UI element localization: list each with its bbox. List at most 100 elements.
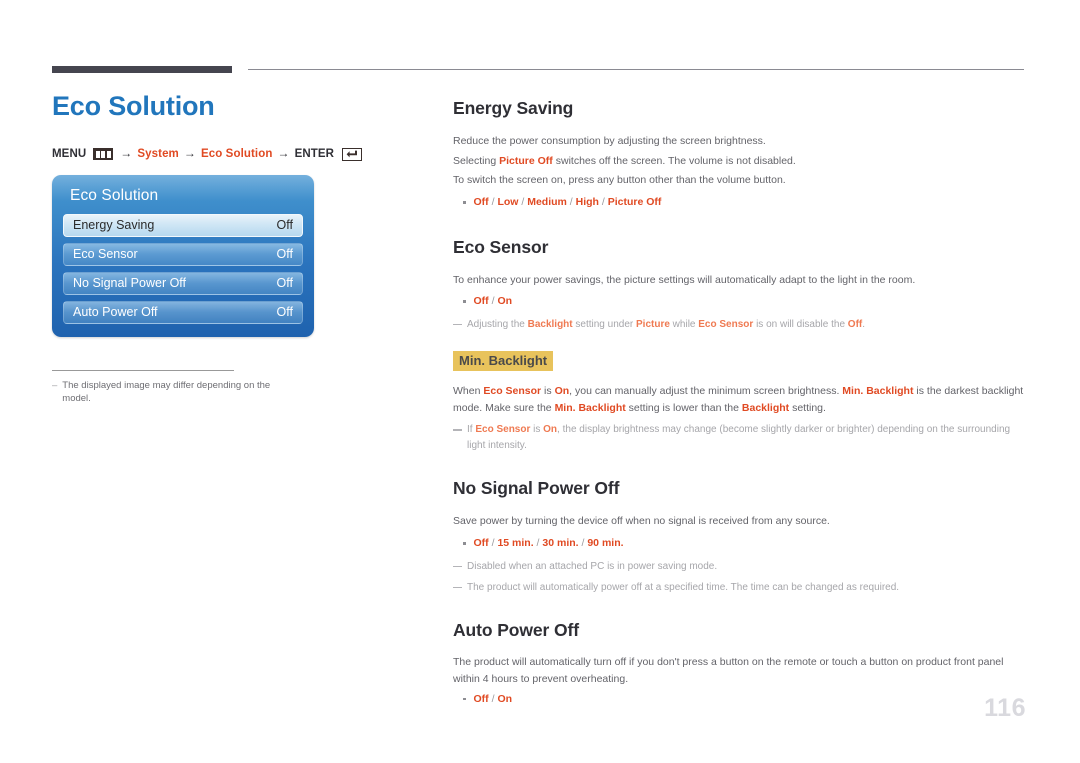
note-no-signal-1: Disabled when an attached PC is in power… xyxy=(453,559,1028,575)
bullet-icon xyxy=(463,300,466,303)
subsection-heading: Min. Backlight xyxy=(453,350,554,372)
option-value: 15 min. xyxy=(497,537,534,550)
breadcrumb-arrow-1: → xyxy=(120,146,133,161)
note-text: The product will automatically power off… xyxy=(467,581,900,593)
osd-row-label: Eco Sensor xyxy=(73,247,138,262)
page-number: 116 xyxy=(984,694,1026,722)
menu-bars-icon xyxy=(93,148,114,161)
breadcrumb-arrow-2: → xyxy=(183,146,196,161)
breadcrumb: MENU → System → Eco Solution → ENTER xyxy=(52,146,432,161)
option-value: 90 min. xyxy=(587,537,624,550)
note-min-backlight: If Eco Sensor is On, the display brightn… xyxy=(453,422,1028,454)
section-paragraph-2: Selecting Picture Off switches off the s… xyxy=(453,152,1028,172)
left-footnote: – The displayed image may differ dependi… xyxy=(52,369,297,407)
option-value: On xyxy=(497,692,513,705)
osd-panel-title: Eco Solution xyxy=(70,186,159,204)
header-rule-thick xyxy=(52,66,232,73)
text-fragment: is xyxy=(541,385,555,398)
footnote-divider xyxy=(52,369,234,371)
emphasis-term: Min. Backlight xyxy=(554,402,626,415)
text-fragment: while xyxy=(669,318,699,330)
option-value: High xyxy=(575,196,599,209)
section-paragraph-1: The product will automatically turn off … xyxy=(453,655,1004,685)
text-fragment: , you can manually adjust the minimum sc… xyxy=(569,385,843,398)
bullet-icon xyxy=(463,542,466,545)
emphasis-term: Min. Backlight xyxy=(842,385,914,398)
osd-row-label: No Signal Power Off xyxy=(73,276,187,291)
option-value: Medium xyxy=(527,196,567,209)
header-rules xyxy=(52,66,1024,76)
option-value: Picture Off xyxy=(607,196,662,209)
emphasis-term: Eco Sensor xyxy=(483,385,542,398)
breadcrumb-step-system[interactable]: System xyxy=(137,148,179,160)
option-value: Low xyxy=(497,196,519,209)
text-fragment: Selecting xyxy=(453,154,500,167)
emphasis-term: Backlight xyxy=(741,402,790,415)
text-fragment: setting. xyxy=(789,402,826,415)
osd-row-value: Off xyxy=(276,276,293,291)
text-fragment: Adjusting the xyxy=(467,318,528,330)
osd-row-auto-power-off[interactable]: Auto Power Off Off xyxy=(63,300,303,324)
section-title: Energy Saving xyxy=(453,98,574,118)
section-no-signal-power-off: No Signal Power Off Save power by turnin… xyxy=(453,478,1028,595)
osd-row-eco-sensor[interactable]: Eco Sensor Off xyxy=(63,242,303,266)
section-auto-power-off: Auto Power Off The product will automati… xyxy=(453,620,1028,709)
option-list-text: Off / Low / Medium / High / Picture Off xyxy=(473,196,662,209)
page-title: Eco Solution xyxy=(52,91,215,121)
note-eco-sensor-backlight: Adjusting the Backlight setting under Pi… xyxy=(453,317,1028,333)
subsection-paragraph: When Eco Sensor is On, you can manually … xyxy=(453,383,1028,417)
enter-key-icon xyxy=(342,147,363,161)
note-no-signal-2: The product will automatically power off… xyxy=(453,580,1028,596)
text-fragment: When xyxy=(453,385,484,398)
right-column: Energy Saving Reduce the power consumpti… xyxy=(453,98,1028,709)
emphasis-term: On xyxy=(554,385,570,398)
section-paragraph-1: Save power by turning the device off whe… xyxy=(453,515,830,528)
note-text: If Eco Sensor is On, the display brightn… xyxy=(467,422,1028,454)
option-list-no-signal-power-off: Off / 15 min. / 30 min. / 90 min. xyxy=(453,534,1028,553)
option-value: Off xyxy=(473,537,489,550)
option-value: On xyxy=(497,295,513,308)
emphasis-term: Picture xyxy=(636,318,670,330)
option-value: Off xyxy=(473,196,489,209)
osd-row-no-signal-power-off[interactable]: No Signal Power Off Off xyxy=(63,271,303,295)
note-text: Disabled when an attached PC is in power… xyxy=(467,560,718,572)
osd-row-value: Off xyxy=(276,218,293,233)
bullet-icon xyxy=(463,201,466,204)
section-title: No Signal Power Off xyxy=(453,478,620,499)
section-paragraph-3: To switch the screen on, press any butto… xyxy=(453,174,786,187)
text-fragment: is xyxy=(530,424,544,436)
osd-row-energy-saving[interactable]: Energy Saving Off xyxy=(63,213,303,237)
section-paragraph-1: To enhance your power savings, the pictu… xyxy=(453,273,916,286)
emphasis-term: Eco Sensor xyxy=(475,424,531,436)
osd-row-value: Off xyxy=(276,247,293,262)
emphasis-term: Off xyxy=(847,318,863,330)
breadcrumb-menu-label: MENU xyxy=(52,148,87,161)
breadcrumb-arrow-3: → xyxy=(277,146,290,161)
text-fragment: setting under xyxy=(572,318,636,330)
option-list-auto-power-off: Off / On xyxy=(453,690,1028,709)
option-list-text: Off / On xyxy=(473,692,513,705)
note-dash-icon xyxy=(453,565,462,568)
option-list-text: Off / On xyxy=(473,295,513,308)
emphasis-term: Picture Off xyxy=(499,154,553,167)
emphasis-term: Backlight xyxy=(527,318,573,330)
text-fragment: is on will disable the xyxy=(753,318,848,330)
option-value: Off xyxy=(473,295,489,308)
breadcrumb-step-eco-solution[interactable]: Eco Solution xyxy=(201,148,272,160)
footnote-text: The displayed image may differ depending… xyxy=(62,379,271,405)
section-paragraph-1: Reduce the power consumption by adjustin… xyxy=(453,135,766,147)
text-fragment: switches off the screen. The volume is n… xyxy=(552,154,796,167)
note-dash-icon xyxy=(453,586,462,589)
footnote-dash: – xyxy=(52,379,58,391)
section-title: Eco Sensor xyxy=(453,236,549,257)
text-fragment: setting is lower than the xyxy=(625,402,742,415)
option-value: Off xyxy=(473,692,489,705)
section-eco-sensor: Eco Sensor To enhance your power savings… xyxy=(453,237,1028,455)
note-dash-icon xyxy=(453,323,462,326)
header-rule-thin xyxy=(248,69,1024,70)
left-column: Eco Solution MENU → System → Eco Solutio… xyxy=(52,91,432,407)
osd-row-value: Off xyxy=(276,305,293,320)
emphasis-term: Eco Sensor xyxy=(698,318,754,330)
breadcrumb-enter-label: ENTER xyxy=(294,148,335,161)
note-dash-icon xyxy=(453,429,462,432)
